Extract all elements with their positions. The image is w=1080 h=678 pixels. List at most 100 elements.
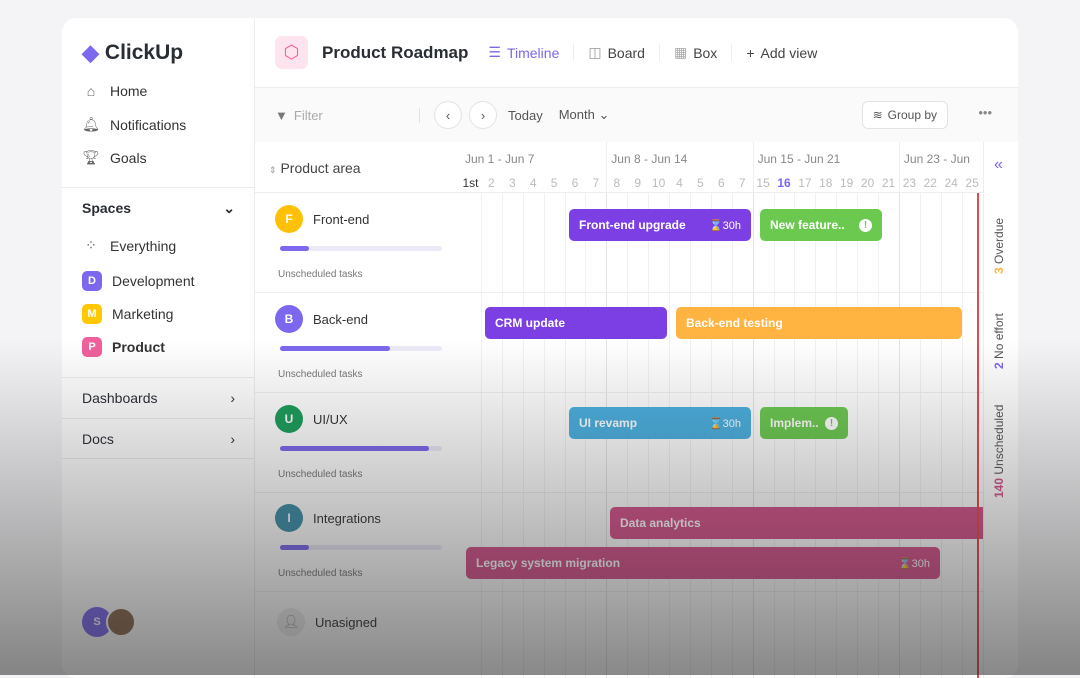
task-bar[interactable]: UI revamp ⌛30h [569,407,751,439]
user-menu[interactable]: S [82,607,136,637]
user-icon: 👤︎ [277,608,305,636]
filter-icon: ▼ [275,107,288,123]
trophy-icon: 🏆︎ [82,149,100,165]
progress-bar [280,246,442,251]
progress-bar [280,346,442,351]
effort-label: ⌛30h [708,219,741,232]
task-bar[interactable]: Implem..! [760,407,848,439]
week-label: Jun 1 - Jun 7 [465,152,535,166]
unscheduled-tasks-link[interactable]: Unscheduled tasks [278,269,363,280]
sidebar-item-docs[interactable]: Docs › [62,418,255,459]
chevron-down-icon: ⌄ [598,107,610,122]
progress-bar [280,545,442,550]
unscheduled-tasks-link[interactable]: Unscheduled tasks [278,568,363,579]
unscheduled-filter[interactable]: 140 Unscheduled [992,405,1006,498]
day-label: 1st [462,176,479,190]
task-bar[interactable]: CRM update [485,307,667,339]
task-bar[interactable]: New feature..! [760,209,882,241]
today-button[interactable]: Today [508,108,543,123]
tab-timeline[interactable]: ☰ Timeline [488,44,575,61]
day-label: 16 [777,176,791,190]
today-marker [977,193,979,678]
sidebar-item-goals[interactable]: 🏆︎ Goals [82,149,146,166]
sidebar: ◆ ClickUp ⌂ Home 🔔︎ Notifications 🏆︎ Goals S… [62,18,255,678]
day-label: 7 [592,176,600,190]
day-label: 4 [676,176,683,190]
tab-board[interactable]: ◫ Board [588,44,660,61]
collapse-icon[interactable]: « [994,156,1003,174]
day-label: 5 [697,176,704,190]
sidebar-item-home[interactable]: ⌂ Home [82,83,148,99]
next-button[interactable]: › [469,101,497,129]
sidebar-item-everything[interactable]: ⁘ Everything [82,237,176,254]
more-icon[interactable]: ••• [978,105,992,120]
sort-icon: ⇕ [269,165,277,175]
avatar: F [275,205,303,233]
header: ⬡ Product Roadmap ☰ Timeline ◫ Board ▦ Box … [255,18,1018,87]
home-icon: ⌂ [86,83,96,99]
unscheduled-tasks-link[interactable]: Unscheduled tasks [278,469,363,480]
box-icon: ▦ [673,44,688,60]
day-label: 5 [550,176,558,190]
filter-button[interactable]: ▼ Filter [275,107,420,123]
space-product[interactable]: P Product [82,337,165,357]
space-marketing[interactable]: M Marketing [82,304,173,324]
group-by-button[interactable]: ≋ Group by [861,101,948,129]
day-label: 15 [756,176,770,190]
prev-button[interactable]: ‹ [434,101,462,129]
day-label: 7 [738,176,746,190]
day-label: 6 [717,176,725,190]
row-name[interactable]: Back-end [313,312,368,327]
row-unassigned: 👤︎ Unasigned [277,608,377,636]
week-label: Jun 8 - Jun 14 [611,152,688,166]
chevron-right-icon: › [230,390,235,406]
unscheduled-tasks-link[interactable]: Unscheduled tasks [278,369,363,380]
sidebar-item-notifications[interactable]: 🔔︎ Notifications [82,116,186,133]
logo[interactable]: ◆ ClickUp [82,40,183,66]
week-label: Jun 23 - Jun [903,152,970,166]
task-bar[interactable]: Back-end testing [676,307,962,339]
day-label: 20 [860,176,875,190]
grid-icon: ⁘ [85,237,97,253]
board-icon: ◫ [588,44,602,60]
row-name[interactable]: UI/UX [313,412,348,427]
effort-label: ⌛30h [708,417,741,430]
sidebar-item-dashboards[interactable]: Dashboards › [62,377,255,418]
task-bar[interactable]: Front-end upgrade ⌛30h [569,209,751,241]
row-name[interactable]: Front-end [313,212,369,227]
column-header-product-area[interactable]: ⇕ Product area [269,160,361,176]
right-panel: « 3 Overdue 2 No effort 140 Unscheduled [983,142,1018,678]
task-bar[interactable]: Legacy system migration ⌛30h [466,547,940,579]
task-bar[interactable]: Data analytics [610,507,990,539]
toolbar: ▼ Filter ‹ › Today Month ⌄ ≋ Group by ••• [255,87,1018,142]
row-front-end: F Front-end Unscheduled tasks [255,193,983,293]
day-label: 23 [902,176,917,190]
month-dropdown[interactable]: Month ⌄ [559,107,610,123]
day-label: 2 [488,176,495,190]
warning-icon: ! [859,218,872,232]
chevron-down-icon: ⌄ [223,199,235,216]
space-development[interactable]: D Development [82,271,195,291]
no-effort-filter[interactable]: 2 No effort [992,313,1006,369]
warning-icon: ! [825,416,838,430]
day-label: 10 [651,176,666,190]
day-label: 24 [944,176,958,190]
day-label: 6 [571,176,579,190]
row-name[interactable]: Integrations [313,511,381,526]
add-view-button[interactable]: + Add view [746,45,831,61]
day-label: 4 [529,176,537,190]
progress-bar [280,446,442,451]
tab-box[interactable]: ▦ Box [673,44,733,61]
day-label: 8 [613,176,621,190]
day-label: 19 [840,176,854,190]
day-label: 17 [798,176,812,190]
effort-label: ⌛30h [897,557,930,570]
overdue-filter[interactable]: 3 Overdue [992,218,1006,274]
avatar: U [275,405,303,433]
clickup-logo-icon: ◆ [82,40,99,65]
avatar-photo [106,607,136,637]
spaces-section[interactable]: Spaces ⌄ [62,187,255,228]
day-label: 3 [508,176,516,190]
avatar: B [275,305,303,333]
app-window: ◆ ClickUp ⌂ Home 🔔︎ Notifications 🏆︎ Goals S… [62,18,1018,678]
